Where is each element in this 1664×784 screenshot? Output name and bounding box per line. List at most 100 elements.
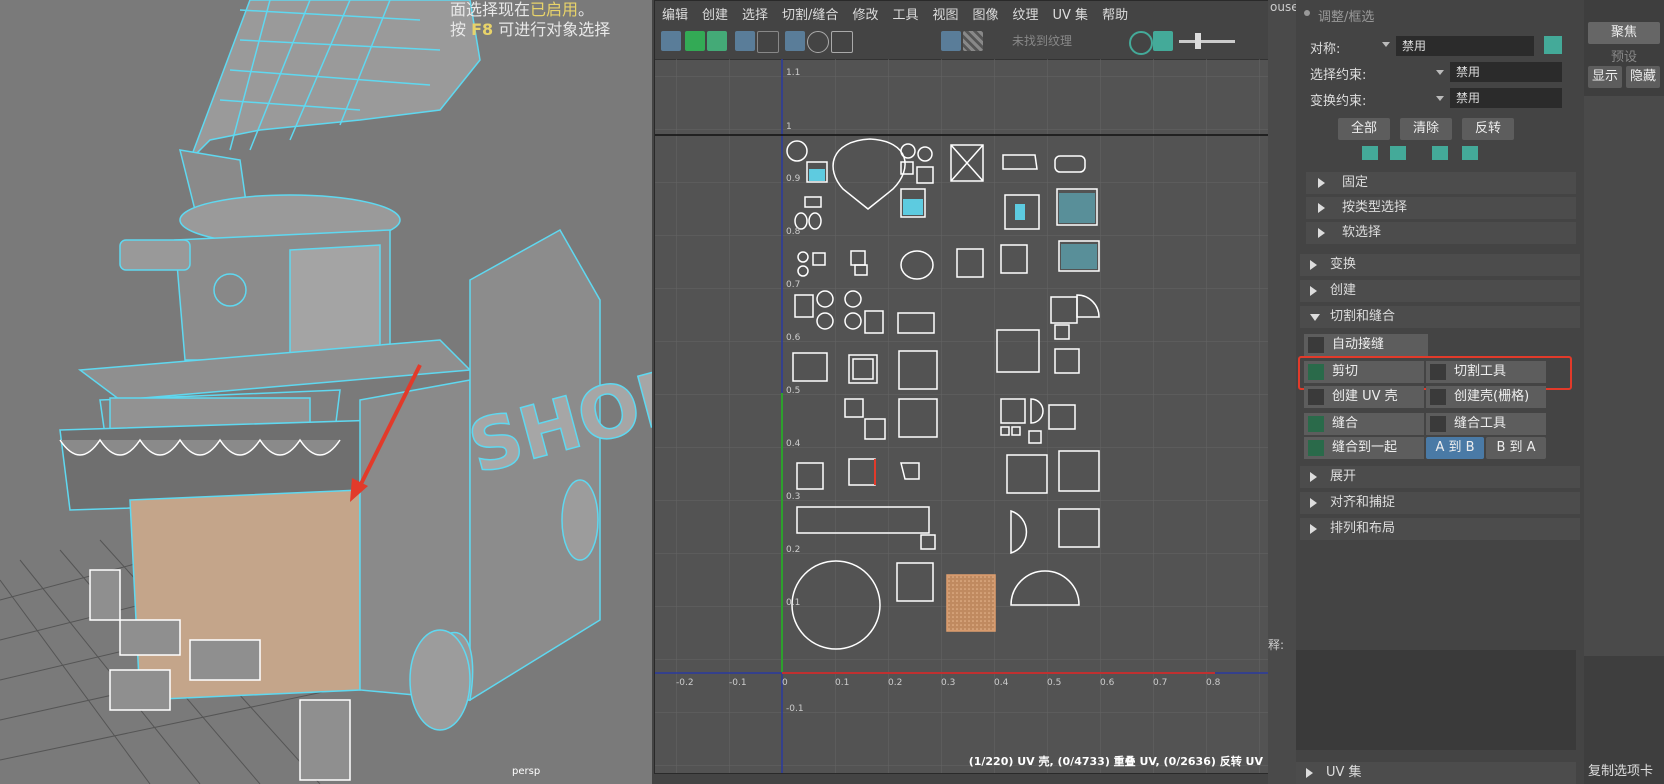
gramophone-box: [119, 194, 401, 361]
slider-handle[interactable]: [1195, 33, 1201, 49]
grid2-icon[interactable]: [757, 31, 779, 53]
v-tick-label: 0.8: [786, 227, 801, 237]
checker-icon[interactable]: [785, 31, 805, 51]
strip-title: ouse: [1270, 0, 1299, 14]
section-uv-set[interactable]: UV 集: [1296, 762, 1576, 784]
menu-modify[interactable]: 修改: [845, 4, 885, 23]
uv-shell-icon: [1308, 389, 1324, 405]
grid-icon[interactable]: [735, 31, 755, 51]
checker-pattern-icon[interactable]: [963, 31, 983, 51]
grid-shell-icon: [1430, 389, 1446, 405]
sew-tool-button[interactable]: 缝合工具: [1426, 413, 1546, 435]
section-soft-select[interactable]: 软选择: [1306, 222, 1576, 244]
gramophone-horn: [178, 0, 481, 231]
preset-button[interactable]: 预设: [1588, 46, 1660, 65]
v-tick-label: 0.6: [786, 333, 801, 343]
u-tick-label: 0.3: [941, 678, 955, 688]
section-unfold[interactable]: 展开: [1300, 466, 1580, 488]
v-tick-label: 0.5: [786, 386, 800, 396]
attribute-sidebar: 聚焦 预设 显示 隐藏 复制选项卡: [1584, 0, 1664, 784]
section-select-by-type[interactable]: 按类型选择: [1306, 197, 1576, 219]
hide-button[interactable]: 隐藏: [1626, 66, 1660, 88]
section-create[interactable]: 创建: [1300, 280, 1580, 302]
uv-grid[interactable]: 1.1 1 0.9 0.8 0.7 0.6 0.5 0.4 0.3 0.2 0.1 -0.1 -0.2…: [655, 59, 1269, 773]
section-transform[interactable]: 变换: [1300, 254, 1580, 276]
highlight-box: [1298, 356, 1572, 390]
section-cut-sew[interactable]: 切割和缝合: [1300, 306, 1580, 328]
menu-create[interactable]: 创建: [695, 4, 735, 23]
menu-cut-sew[interactable]: 切割/缝合: [775, 4, 845, 23]
camera-icon[interactable]: [831, 31, 853, 53]
menu-image[interactable]: 图像: [965, 4, 1005, 23]
texture-field[interactable]: 未找到纹理: [1012, 31, 1122, 51]
needle-icon: [1430, 416, 1446, 432]
align-icon[interactable]: [1432, 146, 1448, 160]
sew-button[interactable]: 缝合: [1304, 413, 1424, 435]
section-arrange-layout[interactable]: 排列和布局: [1300, 518, 1580, 540]
image-icon[interactable]: [941, 31, 961, 51]
u-tick-label: 0.7: [1153, 678, 1167, 688]
menu-texture[interactable]: 纹理: [1006, 4, 1046, 23]
sew-icon: [1308, 416, 1324, 432]
symmetry-field[interactable]: 禁用: [1396, 36, 1534, 56]
v-tick-label: 0.9: [786, 174, 801, 184]
a-to-b-toggle[interactable]: A 到 B: [1426, 437, 1484, 459]
u-tick-label: -0.2: [676, 678, 694, 688]
align-icon[interactable]: [1462, 146, 1478, 160]
align-icon[interactable]: [1390, 146, 1406, 160]
section-pin[interactable]: 固定: [1306, 172, 1576, 194]
select-constraint-field[interactable]: 禁用: [1450, 62, 1562, 82]
copy-tab-button[interactable]: 复制选项卡: [1588, 760, 1653, 779]
auto-seams-button[interactable]: 自动接缝: [1304, 334, 1428, 356]
side-strip: ouse 释:: [1268, 0, 1299, 784]
scene-render: SHOP: [0, 0, 652, 784]
exposure-slider[interactable]: [1179, 40, 1235, 43]
v-tick-label: 0.3: [786, 492, 800, 502]
clear-button[interactable]: 清除: [1400, 118, 1452, 140]
section-align-snap[interactable]: 对齐和捕捉: [1300, 492, 1580, 514]
texture-icon[interactable]: [1153, 31, 1173, 51]
menu-edit[interactable]: 编辑: [655, 4, 695, 23]
chevron-down-icon[interactable]: [1436, 96, 1444, 101]
comment-label: 释:: [1268, 638, 1285, 652]
uv-shell-icon[interactable]: [661, 31, 681, 51]
radio-icon[interactable]: [1304, 10, 1310, 16]
select-all-button[interactable]: 全部: [1338, 118, 1390, 140]
create-uv-shell-button[interactable]: 创建 UV 壳: [1304, 386, 1424, 408]
u-tick-label: 0.8: [1206, 678, 1221, 688]
panel-header: 调整/框选: [1318, 10, 1375, 25]
v-tick-label: -0.1: [786, 704, 804, 714]
focus-button[interactable]: 聚焦: [1588, 22, 1660, 44]
menu-help[interactable]: 帮助: [1095, 4, 1135, 23]
refresh-icon[interactable]: [1129, 31, 1153, 55]
symmetry-icon[interactable]: [1544, 36, 1562, 54]
menu-select[interactable]: 选择: [735, 4, 775, 23]
v-tick-label: 0.4: [786, 439, 801, 449]
menu-view[interactable]: 视图: [925, 4, 965, 23]
b-to-a-toggle[interactable]: B 到 A: [1486, 437, 1546, 459]
uv-mode-icon[interactable]: [685, 31, 705, 51]
menu-tools[interactable]: 工具: [885, 4, 925, 23]
chevron-down-icon[interactable]: [1436, 70, 1444, 75]
chevron-down-icon[interactable]: [1382, 42, 1390, 47]
v-tick-label: 1.1: [786, 68, 800, 78]
align-icon[interactable]: [1362, 146, 1378, 160]
v-tick-label: 0.1: [786, 598, 800, 608]
transform-constraint-label: 变换约束:: [1310, 94, 1367, 109]
transform-constraint-field[interactable]: 禁用: [1450, 88, 1562, 108]
u-tick-label: 0.2: [888, 678, 902, 688]
uv-mode2-icon[interactable]: [707, 31, 727, 51]
menu-uv-set[interactable]: UV 集: [1046, 4, 1096, 23]
sew-together-button[interactable]: 缝合到一起: [1304, 437, 1424, 459]
u-tick-label: -0.1: [729, 678, 747, 688]
create-shell-grid-button[interactable]: 创建壳(栅格): [1426, 386, 1546, 408]
show-button[interactable]: 显示: [1588, 66, 1622, 88]
perspective-viewport[interactable]: SHOP 面选择现在已启用。 按 F8 可进行对象选择 persp: [0, 0, 652, 784]
u-tick-label: 0.4: [994, 678, 1009, 688]
uv-menu-bar: 编辑 创建 选择 切割/缝合 修改 工具 视图 图像 纹理 UV 集 帮助: [655, 1, 1269, 25]
invert-button[interactable]: 反转: [1462, 118, 1514, 140]
v-tick-label: 0.7: [786, 280, 800, 290]
gear-icon[interactable]: [807, 31, 829, 53]
sew-together-icon: [1308, 440, 1324, 456]
auto-seams-icon: [1308, 337, 1324, 353]
